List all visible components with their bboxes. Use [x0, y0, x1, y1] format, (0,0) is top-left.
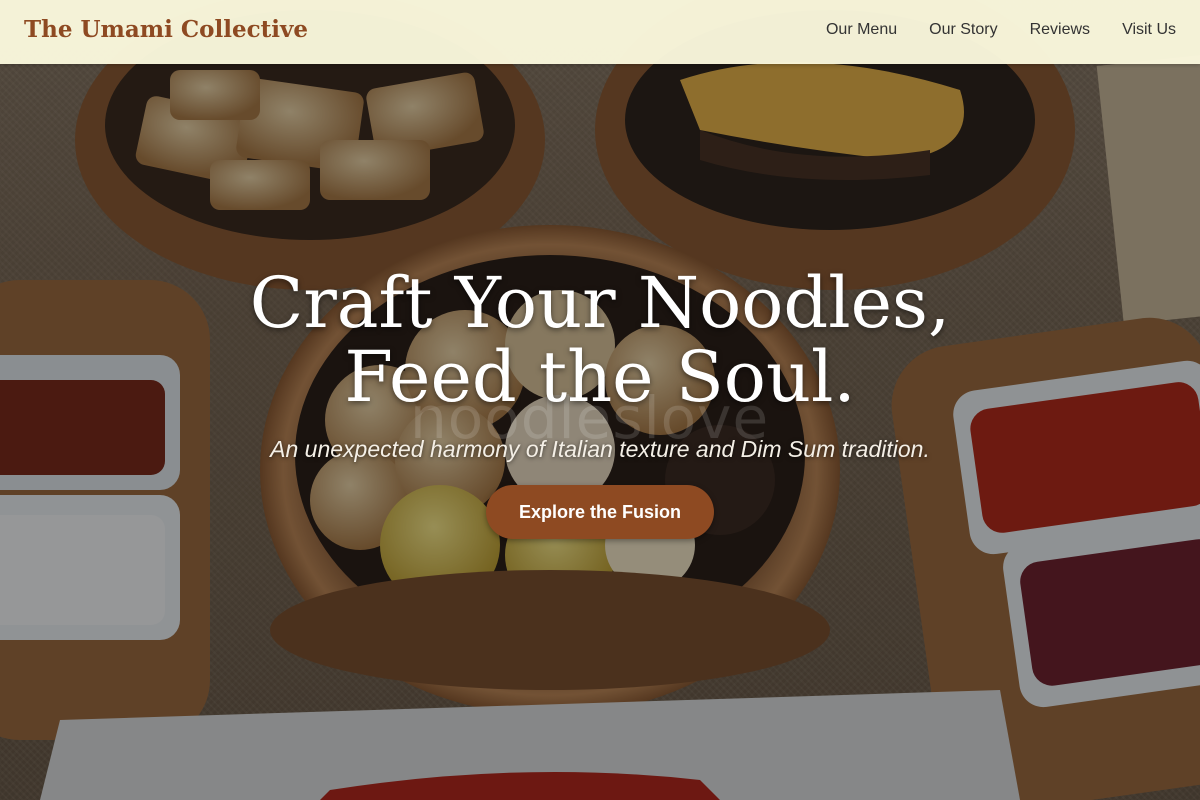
brand-logo[interactable]: The Umami Collective [24, 16, 308, 43]
main-nav: Our Menu Our Story Reviews Visit Us [826, 21, 1176, 39]
nav-link-reviews[interactable]: Reviews [1030, 21, 1090, 39]
explore-fusion-button[interactable]: Explore the Fusion [485, 485, 715, 539]
nav-link-our-story[interactable]: Our Story [929, 21, 997, 39]
hero-headline: Craft Your Noodles, Feed the Soul. [249, 262, 951, 418]
hero-content: Craft Your Noodles, Feed the Soul. An un… [0, 266, 1200, 539]
site-header: The Umami Collective Our Menu Our Story … [0, 0, 1200, 64]
hero-tagline: An unexpected harmony of Italian texture… [270, 436, 930, 462]
nav-link-our-menu[interactable]: Our Menu [826, 21, 897, 39]
nav-link-visit-us[interactable]: Visit Us [1122, 21, 1176, 39]
